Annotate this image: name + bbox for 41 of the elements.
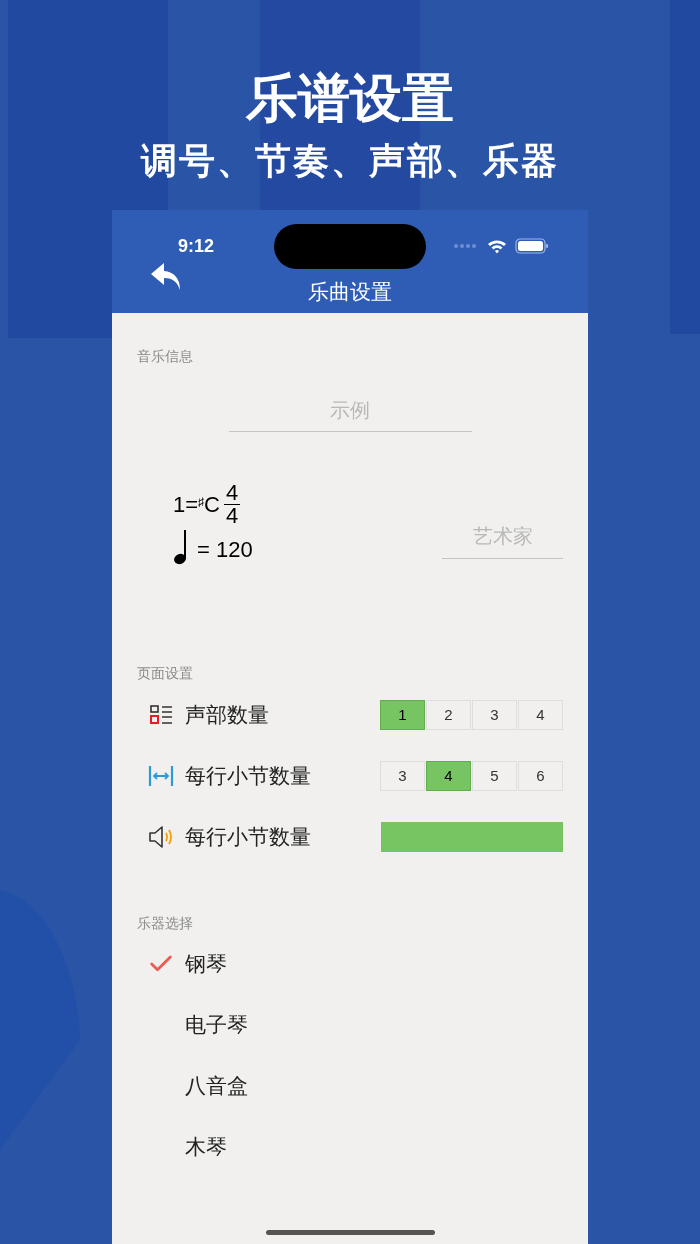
- nav-title: 乐曲设置: [308, 279, 392, 305]
- battery-icon: [515, 238, 549, 254]
- segment-option[interactable]: 2: [426, 700, 471, 730]
- quarter-note-icon: [173, 529, 189, 565]
- setting-label: 声部数量: [185, 702, 269, 729]
- instrument-label: 木琴: [185, 1133, 227, 1160]
- segment-option[interactable]: 4: [426, 761, 471, 791]
- promo-title: 乐谱设置: [246, 68, 454, 129]
- time-signature: 4 4: [224, 482, 241, 527]
- segment-option[interactable]: 3: [472, 700, 517, 730]
- instrument-item[interactable]: 木琴: [137, 1116, 563, 1177]
- segment-option[interactable]: 4: [518, 700, 563, 730]
- segment-option[interactable]: 5: [472, 761, 517, 791]
- promo-subtitle: 调号、节奏、声部、乐器: [141, 139, 559, 183]
- section-header: 乐器选择: [137, 914, 194, 933]
- segment-option[interactable]: 1: [380, 700, 425, 730]
- list-icon: [149, 704, 173, 726]
- setting-label: 每行小节数量: [185, 763, 311, 790]
- back-button[interactable]: [150, 262, 182, 292]
- instrument-item[interactable]: 钢琴: [137, 933, 563, 994]
- wifi-icon: [487, 238, 507, 254]
- segment-option[interactable]: 6: [518, 761, 563, 791]
- back-arrow-icon: [150, 262, 182, 292]
- speaker-icon: [148, 825, 174, 849]
- instrument-item[interactable]: 八音盒: [137, 1055, 563, 1116]
- instrument-label: 电子琴: [185, 1011, 248, 1038]
- artist-field[interactable]: 艺术家: [442, 515, 563, 559]
- instrument-item[interactable]: 电子琴: [137, 994, 563, 1055]
- section-header: 音乐信息: [137, 347, 194, 366]
- volume-slider[interactable]: [381, 822, 563, 852]
- instrument-label: 钢琴: [185, 950, 227, 977]
- title-field[interactable]: 示例: [228, 390, 472, 432]
- width-icon: [148, 765, 174, 787]
- setting-label: 每行小节数量: [185, 824, 311, 851]
- key-signature: 1=$^{♯}$C: [173, 491, 220, 519]
- segment-option[interactable]: 3: [380, 761, 425, 791]
- section-header: 页面设置: [137, 664, 194, 683]
- signal-icon: [453, 243, 477, 249]
- instrument-label: 八音盒: [185, 1072, 248, 1099]
- tempo: = 120: [197, 536, 253, 564]
- status-time: 9:12: [178, 234, 216, 258]
